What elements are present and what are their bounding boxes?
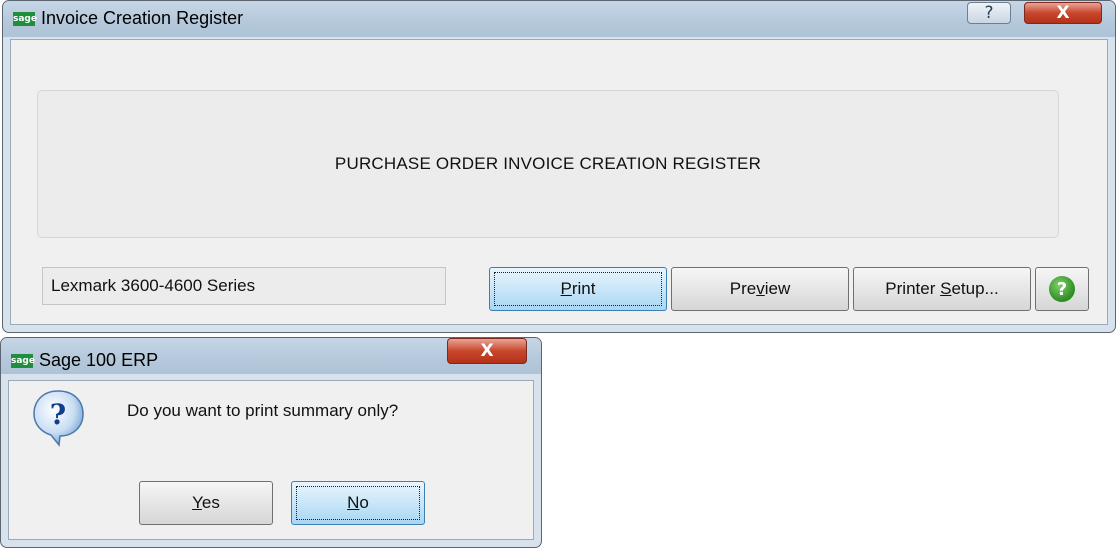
dialog-title: Sage 100 ERP	[39, 350, 159, 370]
yes-button-label: Yes	[192, 493, 220, 512]
dialog-close-button[interactable]: X	[447, 338, 527, 364]
preview-button-label: Preview	[729, 279, 791, 298]
print-button[interactable]: Print	[489, 267, 667, 311]
sage-100-erp-dialog: sage Sage 100 ERP X ? Do you want to pri…	[0, 337, 542, 548]
close-icon: X	[480, 341, 494, 361]
help-caption-button[interactable]: ?	[967, 2, 1011, 24]
dialog-client-area: ? Do you want to print summary only? Yes…	[8, 380, 534, 540]
printer-setup-button[interactable]: Printer Setup...	[853, 267, 1031, 311]
no-button-label: No	[347, 493, 369, 512]
question-icon: ?	[984, 3, 994, 23]
sage-logo: sage	[13, 12, 37, 26]
close-icon: X	[1056, 3, 1070, 23]
printer-name-field: Lexmark 3600-4600 Series	[42, 267, 446, 305]
preview-button[interactable]: Preview	[671, 267, 849, 311]
close-button[interactable]: X	[1024, 2, 1102, 24]
window-title: Invoice Creation Register	[41, 8, 244, 28]
banner-title: PURCHASE ORDER INVOICE CREATION REGISTER	[334, 154, 762, 173]
title-bar[interactable]: sage Invoice Creation Register ? X	[3, 1, 1115, 37]
report-banner: PURCHASE ORDER INVOICE CREATION REGISTER	[37, 90, 1059, 238]
dialog-title-bar[interactable]: sage Sage 100 ERP X	[1, 338, 541, 374]
question-glyph: ?	[50, 398, 66, 431]
sage-logo: sage	[11, 354, 35, 368]
yes-button[interactable]: Yes	[139, 481, 273, 525]
help-icon: ?	[1049, 276, 1075, 302]
printer-setup-button-label: Printer Setup...	[885, 279, 999, 298]
dialog-message: Do you want to print summary only?	[127, 401, 399, 420]
print-button-label: Print	[560, 279, 596, 298]
main-client-area: PURCHASE ORDER INVOICE CREATION REGISTER…	[10, 39, 1108, 325]
help-button[interactable]: ?	[1035, 267, 1089, 311]
invoice-creation-register-window: sage Invoice Creation Register ? X PURCH…	[2, 0, 1116, 333]
question-bubble-icon: ?	[33, 390, 84, 447]
no-button[interactable]: No	[291, 481, 425, 525]
